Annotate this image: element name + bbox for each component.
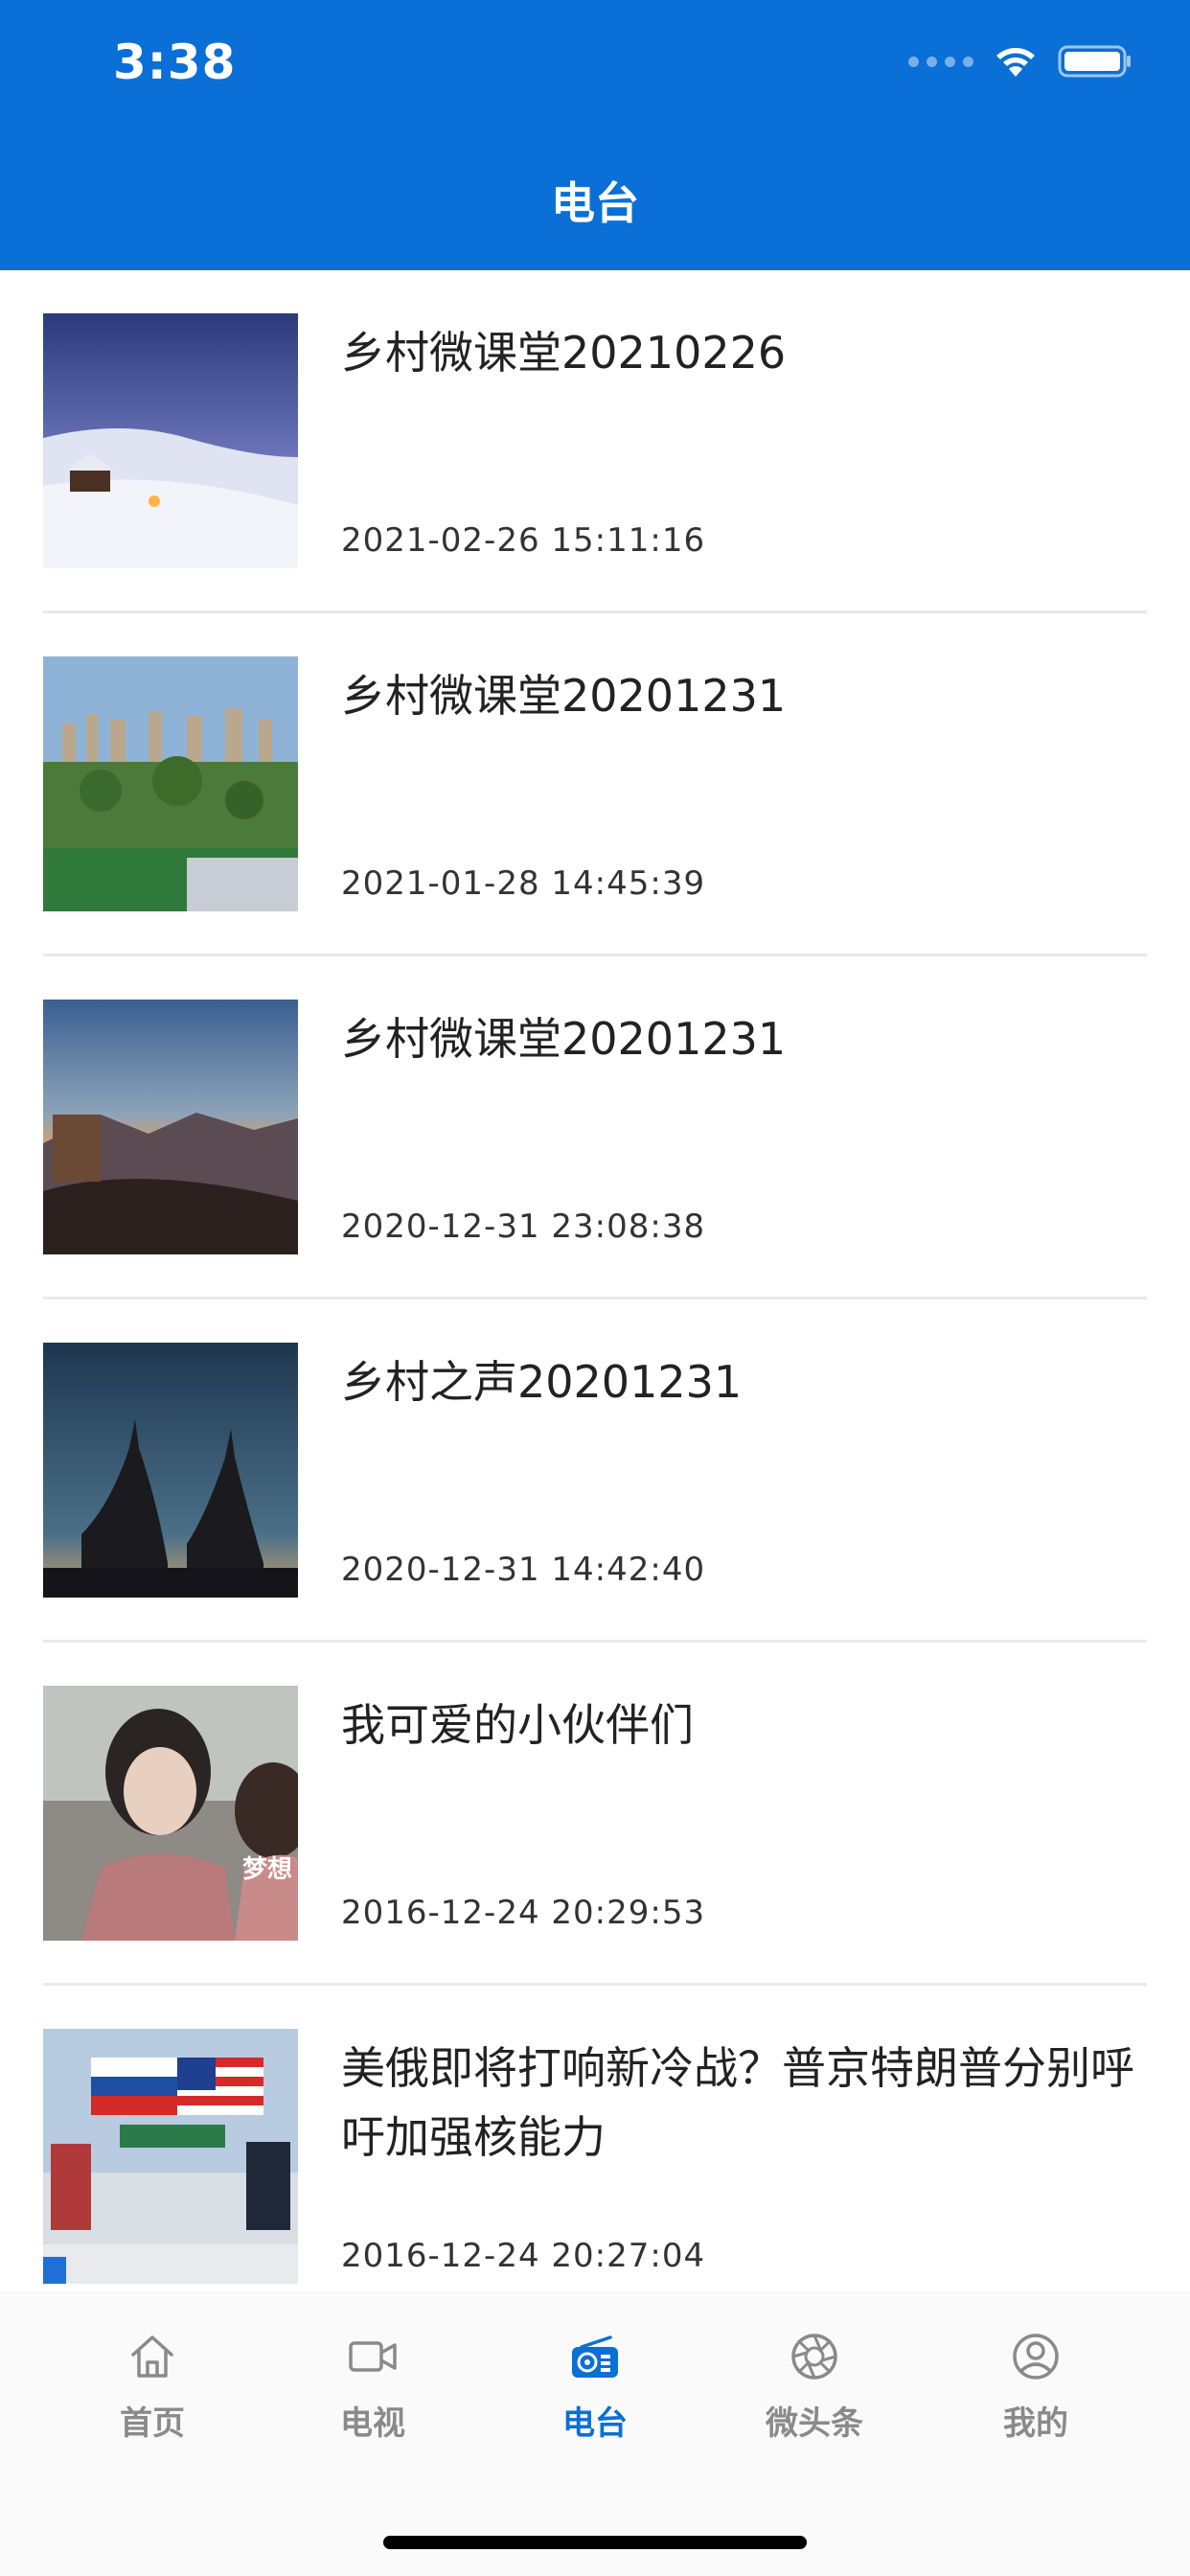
battery-icon <box>1058 44 1133 79</box>
header: 3:38 电台 <box>0 0 1190 270</box>
tab-home[interactable]: 首页 <box>57 2330 248 2473</box>
video-camera-icon <box>277 2330 469 2383</box>
wifi-icon <box>993 44 1039 79</box>
tab-radio[interactable]: 电台 <box>499 2330 691 2473</box>
aperture-icon <box>719 2330 910 2383</box>
item-date: 2016-12-24 20:29:53 <box>341 1894 706 1932</box>
app-root: 3:38 电台 乡村微课堂20210226 2021-02-26 15:11:1… <box>0 0 1190 2576</box>
tab-headlines[interactable]: 微头条 <box>719 2330 910 2473</box>
signal-icon <box>908 56 973 67</box>
item-title: 美俄即将打响新冷战？普京特朗普分别呼吁加强核能力 <box>341 2042 1134 2163</box>
tab-label: 电台 <box>562 2404 628 2443</box>
item-title: 乡村微课堂20210226 <box>341 327 787 379</box>
tab-profile[interactable]: 我的 <box>940 2330 1132 2473</box>
item-title: 我可爱的小伙伴们 <box>341 1699 694 1751</box>
thumbnail-image <box>43 2029 298 2284</box>
item-title: 乡村微课堂20201231 <box>341 1013 787 1065</box>
item-date: 2020-12-31 23:08:38 <box>341 1208 706 1246</box>
item-date: 2021-01-28 14:45:39 <box>341 864 706 903</box>
item-date: 2020-12-31 14:42:40 <box>341 1551 706 1589</box>
list-item[interactable]: 乡村微课堂20210226 2021-02-26 15:11:16 <box>43 270 1147 613</box>
thumbnail-image: 梦想 <box>43 1686 298 1941</box>
status-time: 3:38 <box>113 34 237 90</box>
tab-tv[interactable]: 电视 <box>277 2330 469 2473</box>
tab-label: 微头条 <box>766 2404 863 2443</box>
tab-label: 首页 <box>120 2404 185 2443</box>
item-title: 乡村微课堂20201231 <box>341 670 787 722</box>
thumbnail-image <box>43 313 298 568</box>
thumbnail-caption: 梦想 <box>242 1855 292 1884</box>
user-icon <box>940 2330 1132 2383</box>
tab-label: 电视 <box>340 2404 405 2443</box>
list-item[interactable]: 乡村之声20201231 2020-12-31 14:42:40 <box>43 1300 1147 1643</box>
page-title: 电台 <box>551 177 639 229</box>
list-item[interactable]: 美俄即将打响新冷战？普京特朗普分别呼吁加强核能力 2016-12-24 20:2… <box>43 1986 1147 2292</box>
thumbnail-image <box>43 1343 298 1598</box>
list-item[interactable]: 乡村微课堂20201231 2021-01-28 14:45:39 <box>43 613 1147 956</box>
radio-icon <box>499 2330 691 2383</box>
item-title: 乡村之声20201231 <box>341 1356 743 1408</box>
item-date: 2016-12-24 20:27:04 <box>341 2237 706 2275</box>
home-icon <box>57 2330 248 2383</box>
tab-bar: 首页 电视 电台 微头条 我的 <box>0 2292 1190 2576</box>
radio-list[interactable]: 乡村微课堂20210226 2021-02-26 15:11:16 乡村微课堂2… <box>0 270 1190 2292</box>
list-item[interactable]: 梦想 我可爱的小伙伴们 2016-12-24 20:29:53 <box>43 1643 1147 1986</box>
list-item[interactable]: 乡村微课堂20201231 2020-12-31 23:08:38 <box>43 956 1147 1300</box>
item-date: 2021-02-26 15:11:16 <box>341 521 706 560</box>
thumbnail-image <box>43 656 298 911</box>
status-icons <box>908 44 1133 79</box>
tab-label: 我的 <box>1003 2404 1068 2443</box>
home-indicator <box>383 2536 807 2549</box>
thumbnail-image <box>43 1000 298 1254</box>
